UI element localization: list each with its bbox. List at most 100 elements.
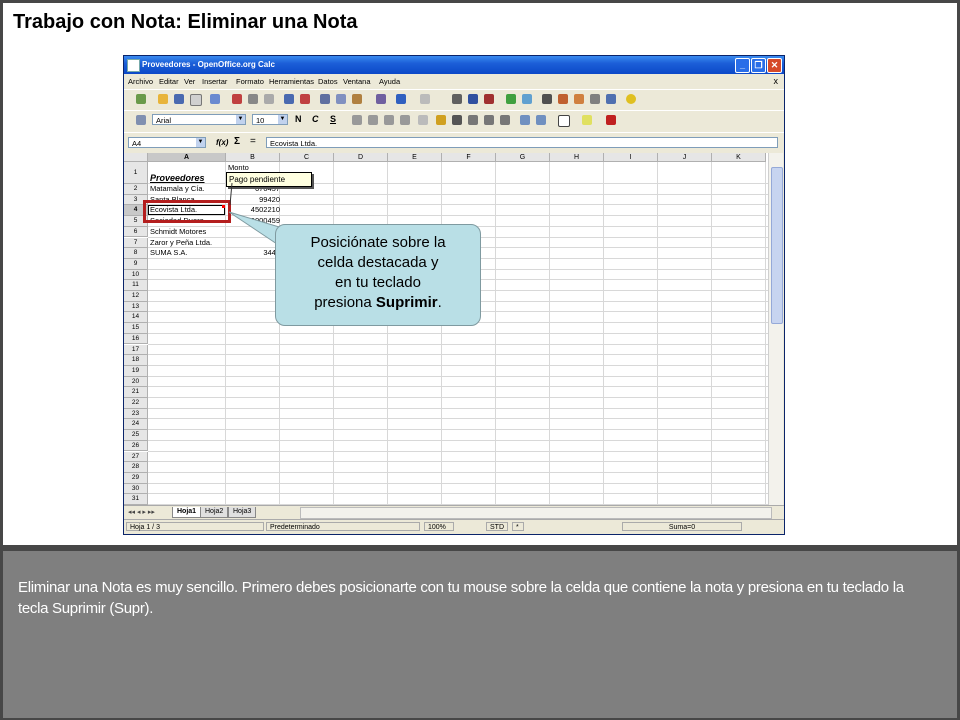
cell-b3[interactable]: 99420 [228,195,280,205]
cell-b8[interactable]: 3442 [228,248,280,258]
align-right-icon[interactable] [384,115,394,125]
row-header-7[interactable]: 7 [124,237,148,249]
status-mode[interactable]: STD [486,522,508,531]
paste-icon[interactable] [352,94,362,104]
open-folder-icon[interactable] [158,94,168,104]
navigator-icon[interactable] [558,94,568,104]
column-header-h[interactable]: H [550,153,604,162]
row-header-24[interactable]: 24 [124,419,148,431]
cell-a2[interactable]: Matamala y Cía. [150,184,226,194]
column-header-a[interactable]: A [148,153,226,162]
spellcheck-icon[interactable] [284,94,294,104]
font-color-icon[interactable] [606,115,616,125]
menu-herramientas[interactable]: Herramientas [269,77,314,86]
gallery-icon[interactable] [574,94,584,104]
datasource-icon[interactable] [590,94,600,104]
row-header-21[interactable]: 21 [124,387,148,398]
row-header-1[interactable]: 1 [124,162,148,184]
find-replace-icon[interactable] [542,94,552,104]
italic-button[interactable]: C [312,114,319,124]
justify-icon[interactable] [400,115,410,125]
menu-ventana[interactable]: Ventana [343,77,371,86]
cell-a6[interactable]: Schmidt Motores [150,227,226,237]
font-size-select[interactable]: 10 ▼ [252,114,288,125]
undo-icon[interactable] [396,94,406,104]
menu-ver[interactable]: Ver [184,77,195,86]
row-header-18[interactable]: 18 [124,355,148,366]
window-titlebar[interactable]: Proveedores - OpenOffice.org Calc _ ❐ ✕ [124,56,784,74]
new-document-icon[interactable] [136,94,146,104]
print-preview-icon[interactable] [264,94,274,104]
zoom-icon[interactable] [606,94,616,104]
cell-a7[interactable]: Zaror y Peña Ltda. [150,238,226,248]
column-header-f[interactable]: F [442,153,496,162]
cut-icon[interactable] [320,94,330,104]
column-header-k[interactable]: K [712,153,766,162]
borders-icon[interactable] [558,115,570,127]
formula-input[interactable]: Ecovista Ltda. [266,137,778,148]
row-header-9[interactable]: 9 [124,258,148,270]
menu-insertar[interactable]: Insertar [202,77,227,86]
row-header-22[interactable]: 22 [124,398,148,409]
edit-file-icon[interactable] [210,94,220,104]
row-header-26[interactable]: 26 [124,440,148,452]
maximize-button[interactable]: ❐ [751,58,766,73]
chart-icon[interactable] [506,94,516,104]
row-header-13[interactable]: 13 [124,301,148,313]
decrease-indent-icon[interactable] [520,115,530,125]
menu-archivo[interactable]: Archivo [128,77,153,86]
tab-hoja3[interactable]: Hoja3 [228,507,257,518]
sort-descending-icon[interactable] [484,94,494,104]
clone-format-icon[interactable] [376,94,386,104]
minimize-button[interactable]: _ [735,58,750,73]
print-icon[interactable] [248,94,258,104]
row-header-8[interactable]: 8 [124,248,148,259]
cell-a8[interactable]: SUMA S.A. [150,248,226,258]
hyperlink-icon[interactable] [452,94,462,104]
row-header-12[interactable]: 12 [124,291,148,302]
cell-b4[interactable]: 4502210 [228,205,280,215]
cell-b6[interactable]: 2109 [228,227,280,237]
tab-hoja1[interactable]: Hoja1 [172,507,202,518]
scrollbar-thumb[interactable] [771,167,783,324]
row-header-20[interactable]: 20 [124,376,148,388]
help-icon[interactable] [626,94,636,104]
merge-cells-icon[interactable] [418,115,428,125]
row-header-28[interactable]: 28 [124,462,148,473]
sort-ascending-icon[interactable] [468,94,478,104]
underline-button[interactable]: S [330,114,336,124]
close-button[interactable]: ✕ [767,58,782,73]
align-center-icon[interactable] [368,115,378,125]
delete-decimal-icon[interactable] [500,115,510,125]
row-header-15[interactable]: 15 [124,323,148,334]
redo-icon[interactable] [420,94,430,104]
row-header-11[interactable]: 11 [124,280,148,291]
column-header-c[interactable]: C [280,153,334,162]
standard-format-icon[interactable] [468,115,478,125]
tab-hoja2[interactable]: Hoja2 [200,507,229,518]
background-color-icon[interactable] [582,115,592,125]
row-header-19[interactable]: 19 [124,365,148,377]
draw-functions-icon[interactable] [522,94,532,104]
align-left-icon[interactable] [352,115,362,125]
cell-b7[interactable] [228,238,280,248]
font-name-select[interactable]: Arial ▼ [152,114,246,125]
row-header-2[interactable]: 2 [124,184,148,195]
row-header-31[interactable]: 31 [124,494,148,505]
row-header-30[interactable]: 30 [124,483,148,495]
column-header-e[interactable]: E [388,153,442,162]
column-header-b[interactable]: B [226,153,280,162]
column-header-g[interactable]: G [496,153,550,162]
name-box[interactable]: A4 ▼ [128,137,206,148]
row-header-29[interactable]: 29 [124,472,148,484]
column-header-i[interactable]: I [604,153,658,162]
row-header-25[interactable]: 25 [124,430,148,441]
row-header-6[interactable]: 6 [124,226,148,238]
menu-editar[interactable]: Editar [159,77,179,86]
vertical-scrollbar[interactable] [768,153,783,505]
copy-icon[interactable] [336,94,346,104]
save-icon[interactable] [174,94,184,104]
select-all-corner[interactable] [124,153,148,162]
row-header-10[interactable]: 10 [124,269,148,281]
email-icon[interactable] [190,94,202,106]
